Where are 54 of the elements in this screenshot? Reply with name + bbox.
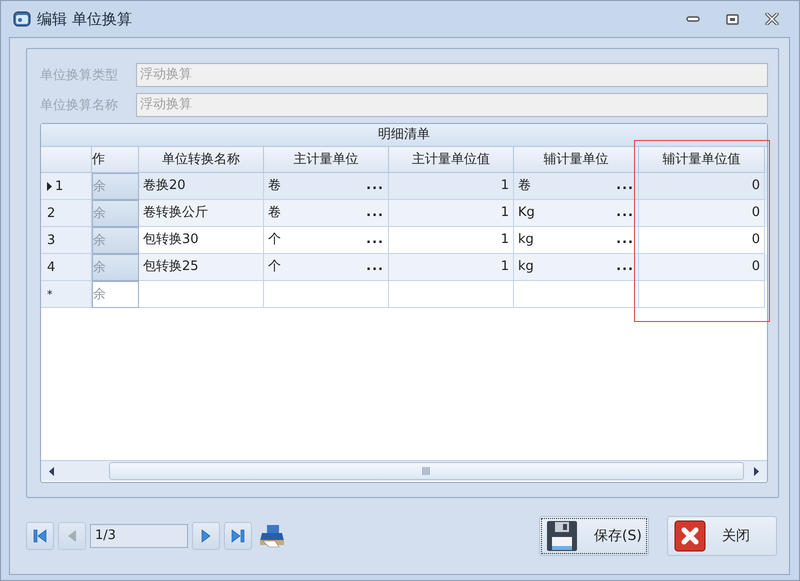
close-icon[interactable] xyxy=(765,13,779,25)
lookup-button[interactable]: ... xyxy=(366,200,384,226)
row-number: 1 xyxy=(55,178,64,194)
page-field[interactable]: 1/3 xyxy=(90,524,188,548)
row-indicator[interactable]: 2 xyxy=(41,200,92,227)
table-cell-text: 卷 xyxy=(518,177,531,195)
table-cell-text: 个 xyxy=(268,258,281,276)
row-number: 3 xyxy=(47,232,56,248)
table-cell: 1 xyxy=(389,200,514,227)
lookup-button[interactable]: ... xyxy=(616,254,634,280)
table-cell-text: kg xyxy=(518,231,534,249)
last-page-button[interactable] xyxy=(224,522,252,550)
grid-caption: 明细清单 xyxy=(41,124,767,147)
lookup-button[interactable]: ... xyxy=(616,173,634,199)
minimize-icon[interactable] xyxy=(686,16,700,22)
maximize-icon[interactable] xyxy=(726,14,739,24)
current-row-icon xyxy=(47,182,52,190)
lookup-button[interactable]: ... xyxy=(616,227,634,253)
table-cell-text: Kg xyxy=(518,204,535,222)
field-label: 单位换算类型 xyxy=(40,67,119,84)
first-page-icon xyxy=(33,528,47,544)
previous-page-icon xyxy=(67,528,77,544)
table-cell: 0 xyxy=(639,200,765,227)
app-icon xyxy=(13,11,31,27)
window-title: 编辑 单位换算 xyxy=(37,10,132,28)
lookup-button[interactable]: ... xyxy=(366,173,384,199)
table-cell-text: 卷 xyxy=(268,204,281,222)
table-cell: 卷转换公斤 xyxy=(139,200,264,227)
close-button[interactable]: 关闭 xyxy=(667,516,777,556)
lookup-button[interactable]: ... xyxy=(616,200,634,226)
next-page-icon xyxy=(201,528,211,544)
row-indicator[interactable]: 1 xyxy=(41,173,92,200)
scroll-left-icon[interactable] xyxy=(49,466,54,476)
field-label: 单位换算名称 xyxy=(40,97,119,114)
lookup-button[interactable]: ... xyxy=(366,227,384,253)
row-indicator[interactable]: 3 xyxy=(41,227,92,254)
next-page-button[interactable] xyxy=(192,522,220,550)
printer-icon[interactable] xyxy=(258,524,286,548)
table-cell-text: 卷 xyxy=(268,177,281,195)
table-cell-text: kg xyxy=(518,258,534,276)
row-number: 4 xyxy=(47,260,56,274)
close-icon xyxy=(674,520,706,552)
lookup-button[interactable]: ... xyxy=(366,254,384,280)
first-page-button[interactable] xyxy=(26,522,54,550)
new-row-indicator: * xyxy=(41,281,92,308)
row-number: 2 xyxy=(47,206,56,220)
row-indicator[interactable]: 4 xyxy=(41,254,92,281)
scroll-thumb[interactable] xyxy=(109,462,744,480)
save-button[interactable]: 保存(S) xyxy=(539,516,649,556)
last-page-icon xyxy=(231,528,245,544)
scroll-right-icon[interactable] xyxy=(754,466,759,476)
grip-icon xyxy=(422,467,431,475)
table-cell-text: 个 xyxy=(268,231,281,249)
horizontal-scrollbar[interactable] xyxy=(41,460,767,481)
